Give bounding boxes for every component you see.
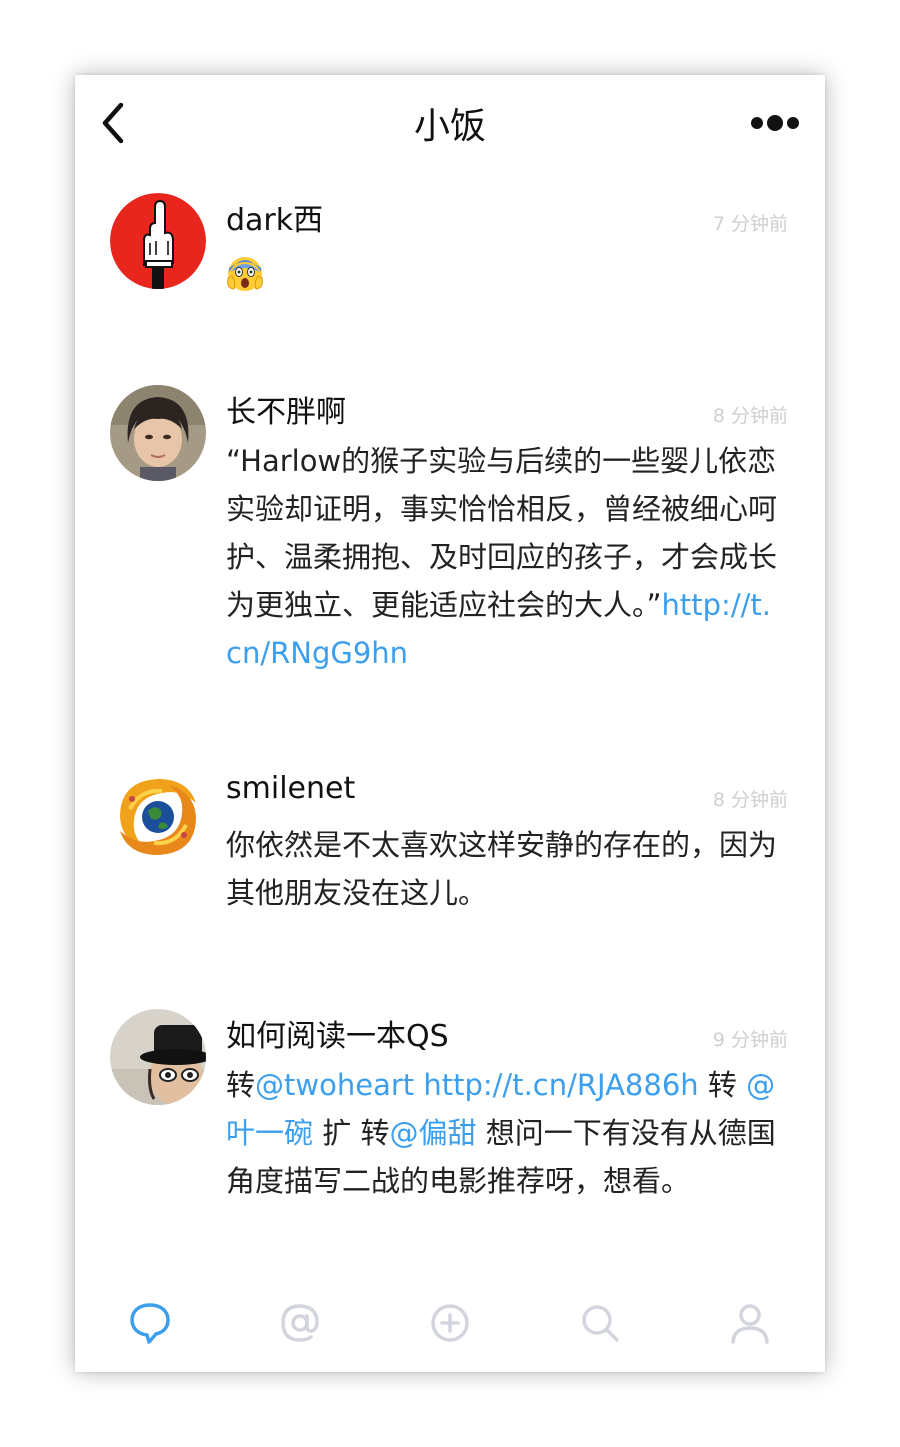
post-text: 扩 转 [322,1116,390,1150]
post-link[interactable]: http://t.cn/RJA886h [423,1068,698,1102]
timestamp: 7 分钟前 [712,213,788,235]
middle-finger-glove-avatar [110,193,206,289]
search-icon [582,1305,619,1342]
at-sign-icon [281,1304,319,1342]
app-window: 小饭 dark西 7 分钟前 长不胖啊 8 分钟前 “Harlow的猴子实验与后… [75,75,825,1372]
tab-compose[interactable] [425,1298,475,1348]
post-content: “Harlow的猴子实验与后续的一些婴儿依恋实验却证明，事实恰恰相反，曾经被细心… [226,437,786,677]
post-text: 你依然是不太喜欢这样安静的存在的，因为其他朋友没在这儿。 [226,828,778,910]
mention-link[interactable]: @twoheart [255,1068,414,1102]
post-text: 转 [707,1068,737,1102]
tab-profile[interactable] [725,1298,775,1348]
post-text: 转 [226,1068,256,1102]
hat-man-avatar [110,1009,206,1105]
plus-circle-icon [431,1304,469,1342]
author-name[interactable]: smilenet [226,771,355,806]
list-item[interactable]: dark西 7 分钟前 [75,193,825,313]
avatar[interactable] [110,769,206,865]
tab-bar [75,1272,825,1372]
page-title: 小饭 [413,106,486,147]
profile-icon [731,1304,769,1344]
tab-search[interactable] [575,1298,625,1348]
more-dots-icon [751,115,799,131]
portrait-photo-avatar [110,385,206,481]
author-name[interactable]: 如何阅读一本QS [226,1011,449,1055]
timestamp: 8 分钟前 [712,405,788,427]
author-name[interactable]: dark西 [226,195,323,239]
more-button[interactable] [749,107,801,139]
screaming-face-emoji-icon [227,257,263,291]
globe-dragon-avatar [110,769,206,865]
post-content [226,247,786,295]
chat-bubble-icon [130,1303,170,1344]
tab-timeline[interactable] [125,1298,175,1348]
avatar[interactable] [110,193,206,289]
timestamp: 8 分钟前 [712,789,788,811]
avatar[interactable] [110,385,206,481]
post-content: 你依然是不太喜欢这样安静的存在的，因为其他朋友没在这儿。 [226,821,786,917]
author-name[interactable]: 长不胖啊 [226,387,346,431]
post-content: 转@twoheart http://t.cn/RJA886h 转 @叶一碗 扩 … [226,1061,786,1205]
list-item[interactable]: smilenet 8 分钟前 你依然是不太喜欢这样安静的存在的，因为其他朋友没在… [75,769,825,929]
timestamp: 9 分钟前 [712,1029,788,1051]
avatar[interactable] [110,1009,206,1105]
list-item[interactable]: 长不胖啊 8 分钟前 “Harlow的猴子实验与后续的一些婴儿依恋实验却证明，事… [75,385,825,705]
mention-link[interactable]: @偏甜 [389,1116,476,1150]
list-item[interactable]: 如何阅读一本QS 9 分钟前 转@twoheart http://t.cn/RJ… [75,1009,825,1259]
nav-bar: 小饭 [75,75,825,171]
tab-mentions[interactable] [275,1298,325,1348]
